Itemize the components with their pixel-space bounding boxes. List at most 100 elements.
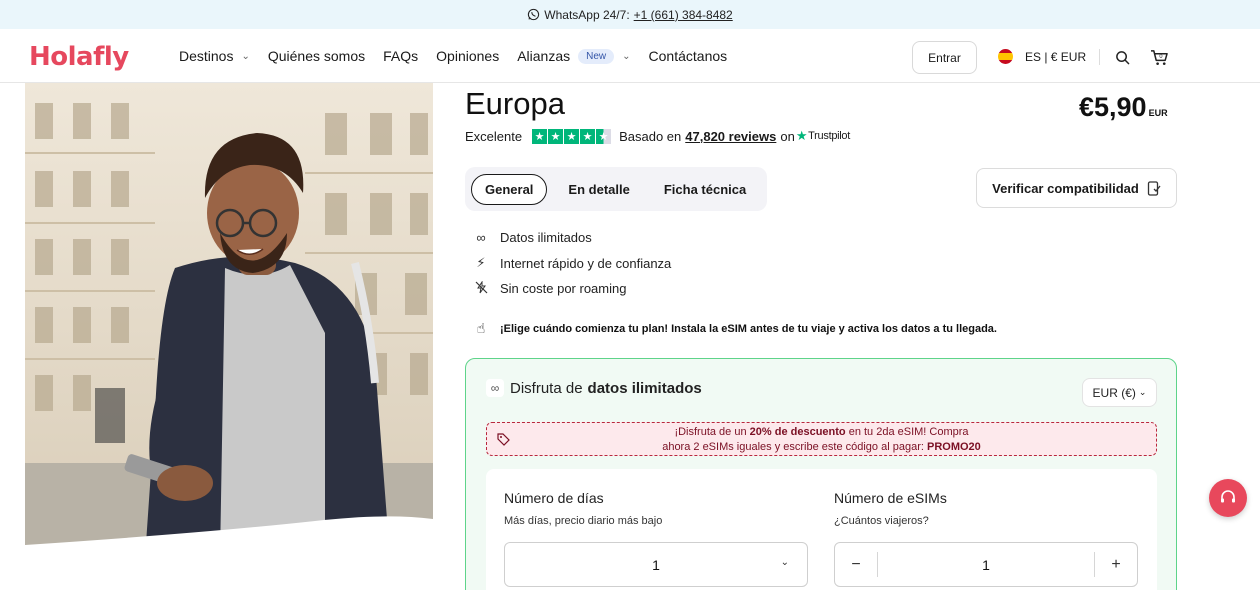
feature-label: Datos ilimitados	[500, 230, 592, 246]
notice-text: ¡Elige cuándo comienza tu plan! Instala …	[500, 322, 997, 335]
promo-banner: ¡Disfruta de un 20% de descuento en tu 2…	[486, 422, 1157, 456]
new-badge: New	[578, 48, 615, 64]
infinity-icon: ∞	[486, 379, 504, 397]
tab-ficha-tecnica[interactable]: Ficha técnica	[651, 175, 759, 204]
promo-code: PROMO20	[926, 441, 981, 453]
list-item: Sin coste por roaming	[472, 276, 671, 302]
nav-label: Quiénes somos	[267, 48, 366, 64]
plan-title-prefix: Disfruta de	[510, 379, 583, 397]
trustpilot-star-icon: ★	[795, 128, 808, 143]
chevron-down-icon: ⌄	[780, 557, 789, 568]
nav-item-alianzas[interactable]: Alianzas New ⌄	[517, 48, 630, 64]
nav-label: FAQs	[383, 48, 419, 64]
promo-line-1: ¡Disfruta de un 20% de descuento en tu 2…	[487, 425, 1156, 440]
days-value: 1	[652, 556, 660, 573]
star-icon: ★	[532, 128, 548, 144]
rating-row: Excelente ★ ★ ★ ★ ★ Basado en 47,820 rev…	[465, 128, 850, 144]
login-button[interactable]: Entrar	[912, 41, 977, 74]
chevron-down-icon: ⌄	[622, 50, 631, 62]
nav-item-contactanos[interactable]: Contáctanos	[649, 48, 728, 64]
spain-flag-icon	[998, 49, 1013, 64]
list-item: ∞ Datos ilimitados	[472, 225, 671, 251]
verify-compatibility-button[interactable]: Verificar compatibilidad	[976, 168, 1177, 208]
price-value: €5,90	[1079, 92, 1147, 122]
star-icon: ★	[580, 128, 596, 144]
search-button[interactable]	[1112, 47, 1132, 67]
promo-line-2: ahora 2 eSIMs iguales y escribe este cód…	[487, 440, 1156, 455]
product-tabs: General En detalle Ficha técnica	[465, 167, 767, 211]
whatsapp-label: WhatsApp 24/7:	[544, 7, 630, 22]
locale-selector[interactable]: ES | € EUR	[998, 49, 1086, 64]
whatsapp-phone-link[interactable]: +1 (661) 384-8482	[634, 8, 733, 22]
nav-item-destinos[interactable]: Destinos ⌄	[179, 48, 250, 64]
cart-icon: 0	[1150, 49, 1168, 65]
plan-title-bold: datos ilimitados	[587, 379, 702, 397]
search-icon	[1115, 50, 1129, 64]
lightning-icon: ⚡︎	[476, 255, 486, 271]
reviews-on: on	[780, 128, 795, 144]
nav-label: Alianzas	[517, 48, 571, 64]
tab-general[interactable]: General	[471, 173, 548, 205]
traveler-photo	[25, 83, 433, 558]
esims-value[interactable]: 1	[878, 557, 1094, 573]
nav-label: Destinos	[179, 48, 234, 64]
holafly-logo[interactable]: Holafly	[29, 42, 129, 72]
phone-check-icon	[1147, 180, 1161, 196]
whatsapp-icon	[528, 8, 540, 21]
trustpilot-logo: ★ Trustpilot	[796, 128, 850, 144]
compat-label: Verificar compatibilidad	[992, 180, 1139, 196]
increment-button[interactable]: +	[1094, 552, 1137, 577]
nav-label: Contáctanos	[648, 48, 728, 64]
star-icon: ★	[548, 128, 564, 144]
cart-button[interactable]: 0	[1149, 47, 1169, 67]
esims-sublabel: ¿Cuántos viajeros?	[834, 515, 929, 527]
activation-notice: ☝ ¡Elige cuándo comienza tu plan! Instal…	[472, 320, 997, 337]
page-title: Europa	[465, 86, 565, 121]
promo-text: en tu 2da eSIM! Compra	[848, 426, 969, 438]
currency-select[interactable]: EUR (€) ⌄	[1082, 378, 1157, 407]
reviews-prefix: Basado en	[619, 128, 682, 144]
half-star-icon: ★	[596, 128, 612, 144]
days-sublabel: Más días, precio diario más bajo	[504, 515, 663, 527]
svg-text:0: 0	[1159, 53, 1162, 59]
trustpilot-name: Trustpilot	[808, 130, 850, 142]
promo-text: ¡Disfruta de un	[674, 426, 747, 438]
support-chat-icon	[1221, 490, 1235, 503]
days-label: Número de días	[504, 490, 604, 506]
rating-label: Excelente	[465, 128, 523, 144]
hand-tap-icon: ☝	[476, 320, 486, 336]
infinity-icon: ∞	[476, 230, 486, 246]
announcement-bar: WhatsApp 24/7: +1 (661) 384-8482	[0, 0, 1260, 29]
plan-options: Número de días Más días, precio diario m…	[486, 469, 1157, 590]
decrement-button[interactable]: −	[835, 552, 878, 577]
nav-item-faqs[interactable]: FAQs	[383, 48, 418, 64]
trustpilot-stars: ★ ★ ★ ★ ★	[532, 128, 612, 144]
locale-label: ES | € EUR	[1025, 49, 1087, 64]
days-select[interactable]: 1 ⌄	[504, 542, 808, 587]
promo-discount: 20% de descuento	[749, 426, 846, 438]
chevron-down-icon: ⌄	[1138, 387, 1147, 397]
esims-label: Número de eSIMs	[834, 490, 947, 506]
plan-card-title: ∞ Disfruta de datos ilimitados	[486, 379, 702, 397]
tab-en-detalle[interactable]: En detalle	[555, 175, 642, 204]
nav-item-opiniones[interactable]: Opiniones	[436, 48, 499, 64]
main-nav: Destinos ⌄ Quiénes somos FAQs Opiniones …	[179, 48, 745, 64]
reviews-link[interactable]: 47,820 reviews	[685, 129, 776, 144]
feature-label: Sin coste por roaming	[500, 281, 627, 297]
feature-list: ∞ Datos ilimitados ⚡︎ Internet rápido y …	[472, 225, 671, 302]
hero-image	[25, 83, 433, 558]
nav-label: Opiniones	[436, 48, 500, 64]
esims-stepper: − 1 +	[834, 542, 1138, 587]
price-currency: EUR	[1148, 108, 1168, 118]
no-roaming-icon	[472, 280, 490, 297]
price: €5,90 EUR	[1079, 92, 1168, 123]
promo-text: ahora 2 eSIMs iguales y escribe este cód…	[662, 441, 924, 453]
list-item: ⚡︎ Internet rápido y de confianza	[472, 251, 671, 277]
plan-card: ∞ Disfruta de datos ilimitados EUR (€) ⌄…	[465, 358, 1177, 590]
feature-label: Internet rápido y de confianza	[500, 255, 672, 271]
star-icon: ★	[564, 128, 580, 144]
header-divider	[1099, 49, 1100, 65]
nav-item-quienes-somos[interactable]: Quiénes somos	[268, 48, 365, 64]
tag-icon	[497, 433, 510, 450]
chat-button[interactable]	[1209, 479, 1247, 517]
